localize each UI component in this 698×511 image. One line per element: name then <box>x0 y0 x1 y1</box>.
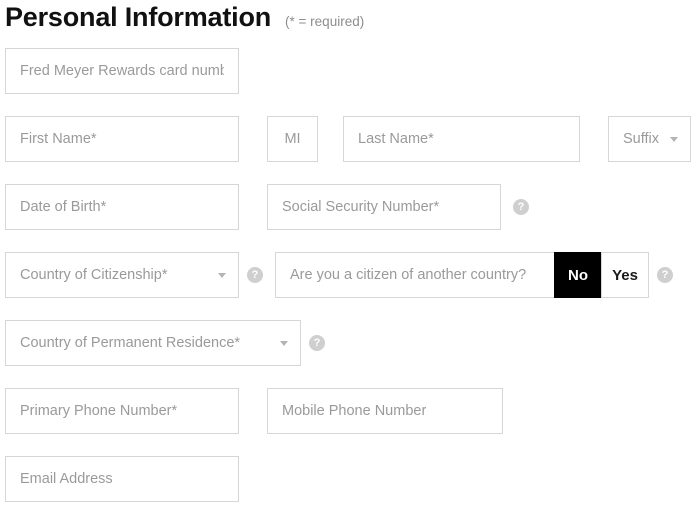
another-country-question-text: Are you a citizen of another country? <box>290 267 527 283</box>
date-of-birth-placeholder: Date of Birth* <box>20 199 107 215</box>
another-country-toggle[interactable]: No Yes <box>554 252 649 298</box>
toggle-option-no[interactable]: No <box>554 252 602 298</box>
primary-phone-placeholder: Primary Phone Number* <box>20 403 178 419</box>
personal-information-form: Fred Meyer Rewards card number First Nam… <box>0 0 698 511</box>
rewards-card-input[interactable]: Fred Meyer Rewards card number <box>5 48 239 94</box>
another-country-question-label: Are you a citizen of another country? <box>275 252 556 298</box>
form-row-name: First Name* MI Last Name* Suffix <box>5 116 691 162</box>
country-of-citizenship-placeholder: Country of Citizenship* <box>20 267 168 283</box>
form-row-rewards: Fred Meyer Rewards card number <box>5 48 239 94</box>
country-of-citizenship-select[interactable]: Country of Citizenship* <box>5 252 239 298</box>
last-name-input[interactable]: Last Name* <box>343 116 580 162</box>
form-row-phones: Primary Phone Number* Mobile Phone Numbe… <box>5 388 503 434</box>
help-icon[interactable]: ? <box>247 267 263 283</box>
middle-initial-placeholder: MI <box>284 131 301 147</box>
chevron-down-icon <box>280 340 288 346</box>
form-row-email: Email Address <box>5 456 239 502</box>
mobile-phone-placeholder: Mobile Phone Number <box>282 403 427 419</box>
chevron-down-icon <box>218 272 226 278</box>
toggle-option-yes[interactable]: Yes <box>601 252 649 298</box>
mobile-phone-input[interactable]: Mobile Phone Number <box>267 388 503 434</box>
country-of-permanent-residence-select[interactable]: Country of Permanent Residence* <box>5 320 301 366</box>
email-placeholder: Email Address <box>20 471 113 487</box>
social-security-number-placeholder: Social Security Number* <box>282 199 440 215</box>
chevron-down-icon <box>670 136 678 142</box>
help-icon[interactable]: ? <box>513 199 529 215</box>
primary-phone-input[interactable]: Primary Phone Number* <box>5 388 239 434</box>
last-name-placeholder: Last Name* <box>358 131 434 147</box>
email-input[interactable]: Email Address <box>5 456 239 502</box>
form-row-dob-ssn: Date of Birth* Social Security Number* ? <box>5 184 529 230</box>
help-icon[interactable]: ? <box>309 335 325 351</box>
suffix-placeholder: Suffix <box>623 131 660 147</box>
suffix-select[interactable]: Suffix <box>608 116 691 162</box>
first-name-input[interactable]: First Name* <box>5 116 239 162</box>
country-of-permanent-residence-placeholder: Country of Permanent Residence* <box>20 335 241 351</box>
form-row-citizenship: Country of Citizenship* ? Are you a citi… <box>5 252 673 298</box>
date-of-birth-input[interactable]: Date of Birth* <box>5 184 239 230</box>
help-icon[interactable]: ? <box>657 267 673 283</box>
form-row-residence: Country of Permanent Residence* ? <box>5 320 325 366</box>
first-name-placeholder: First Name* <box>20 131 97 147</box>
middle-initial-input[interactable]: MI <box>267 116 318 162</box>
rewards-card-placeholder: Fred Meyer Rewards card number <box>20 63 224 79</box>
social-security-number-input[interactable]: Social Security Number* <box>267 184 501 230</box>
